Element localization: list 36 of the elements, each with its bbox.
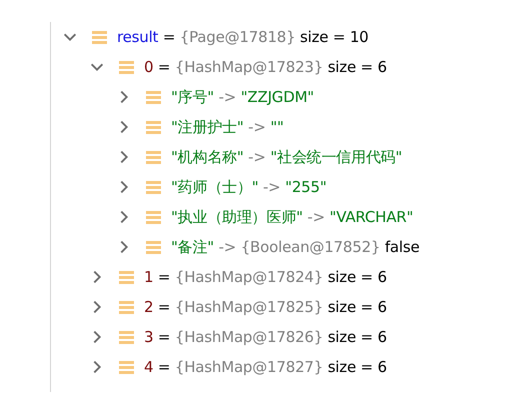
variable-entry[interactable]: "机构名称" -> "社会统一信用代码" <box>171 148 402 166</box>
variable-entry[interactable]: 4 = {HashMap@17827} size = 6 <box>144 358 387 376</box>
field-icon <box>146 180 161 194</box>
field-icon <box>146 90 161 104</box>
variable-entry[interactable]: "执业（助理）医师" -> "VARCHAR" <box>171 208 414 226</box>
variable-entry[interactable]: 0 = {HashMap@17823} size = 6 <box>144 58 387 76</box>
variable-entry[interactable]: "注册护士" -> "" <box>171 118 284 136</box>
chevron-icon[interactable] <box>118 151 130 163</box>
variable-entry[interactable]: "序号" -> "ZZJGDM" <box>171 88 314 106</box>
variable-entry[interactable]: "药师（士）" -> "255" <box>171 178 327 196</box>
variable-entry[interactable]: result = {Page@17818} size = 10 <box>117 28 369 46</box>
field-icon <box>146 120 161 134</box>
field-icon <box>119 360 134 374</box>
field-icon <box>119 270 134 284</box>
field-icon <box>92 30 107 44</box>
chevron-icon[interactable] <box>118 211 130 223</box>
chevron-icon[interactable] <box>91 331 103 343</box>
variable-entry[interactable]: 2 = {HashMap@17825} size = 6 <box>144 298 387 316</box>
chevron-icon[interactable] <box>118 91 130 103</box>
field-icon <box>146 240 161 254</box>
variable-entry[interactable]: "备注" -> {Boolean@17852} false <box>171 238 420 256</box>
variable-entry[interactable]: 1 = {HashMap@17824} size = 6 <box>144 268 387 286</box>
chevron-icon[interactable] <box>91 301 103 313</box>
chevron-icon[interactable] <box>91 271 103 283</box>
chevron-icon[interactable] <box>118 121 130 133</box>
chevron-icon[interactable] <box>118 241 130 253</box>
chevron-icon[interactable] <box>91 361 103 373</box>
chevron-icon[interactable] <box>118 181 130 193</box>
variable-entry[interactable]: 3 = {HashMap@17826} size = 6 <box>144 328 387 346</box>
chevron-icon[interactable] <box>64 31 76 43</box>
field-icon <box>146 150 161 164</box>
field-icon <box>119 330 134 344</box>
field-icon <box>119 60 134 74</box>
field-icon <box>119 300 134 314</box>
field-icon <box>146 210 161 224</box>
chevron-icon[interactable] <box>91 61 103 73</box>
